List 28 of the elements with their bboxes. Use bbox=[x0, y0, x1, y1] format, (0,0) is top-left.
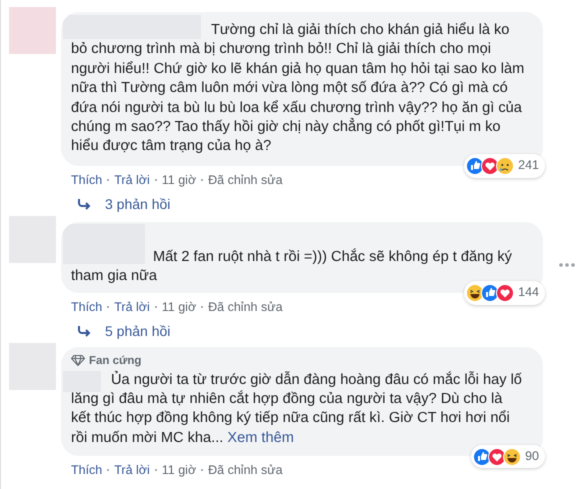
action-link[interactable]: Thích bbox=[71, 300, 102, 314]
reaction-count: 241 bbox=[518, 157, 539, 174]
diamond-icon bbox=[71, 355, 85, 366]
reply-arrow-icon bbox=[77, 198, 91, 210]
action-link[interactable]: Trả lời bbox=[114, 300, 150, 314]
action-text: Đã chỉnh sửa bbox=[208, 300, 283, 314]
replies-link[interactable]: 5 phản hồi bbox=[105, 322, 170, 339]
reaction-summary[interactable]: 241 bbox=[464, 154, 545, 178]
replies-link[interactable]: 3 phản hồi bbox=[105, 196, 170, 212]
action-link[interactable]: Thích bbox=[71, 172, 102, 187]
comment-text: Tường chỉ là giải thích cho khán giả hiểu là ko bỏ chương trình mà bị chương trình bỏ!! Chỉ là giải thích cho mọi người hiểu!! Chứ giờ ko lẽ khán giả họ quan tâm họ hỏi tại sao ko làm nữa thì Tường câm luôn mới vừa lòng một số đứa à?? Có gì mà có đứa nói người ta bù lu bù loa kể xấu chương trình vậy?? họ ăn gì của chúng m sao?? Tao thấy hồi giờ chị này chẳng có phốt gì!Tụi m ko hiểu được tâm trạng của họ à? bbox=[71, 21, 525, 156]
action-text: 11 giờ bbox=[162, 463, 196, 478]
reaction-count: 90 bbox=[525, 448, 539, 465]
avatar[interactable] bbox=[9, 7, 56, 54]
reply-arrow-icon bbox=[77, 324, 91, 337]
reaction-count: 144 bbox=[518, 284, 539, 302]
action-link[interactable]: Thích bbox=[71, 463, 102, 478]
fan-label: Fan cứng bbox=[89, 354, 142, 368]
see-more-link[interactable]: Xem thêm bbox=[227, 430, 294, 446]
action-link[interactable]: Trả lời bbox=[114, 463, 150, 478]
action-link[interactable]: Trả lời bbox=[114, 172, 150, 187]
action-text: Đã chỉnh sửa bbox=[208, 463, 283, 478]
action-text: 11 giờ bbox=[162, 300, 196, 314]
action-text: Đã chỉnh sửa bbox=[208, 172, 283, 187]
more-options-icon[interactable] bbox=[559, 262, 575, 267]
reaction-summary[interactable]: 90 bbox=[471, 444, 545, 468]
reaction-summary[interactable]: 144 bbox=[464, 281, 545, 305]
action-text: 11 giờ bbox=[162, 172, 196, 187]
